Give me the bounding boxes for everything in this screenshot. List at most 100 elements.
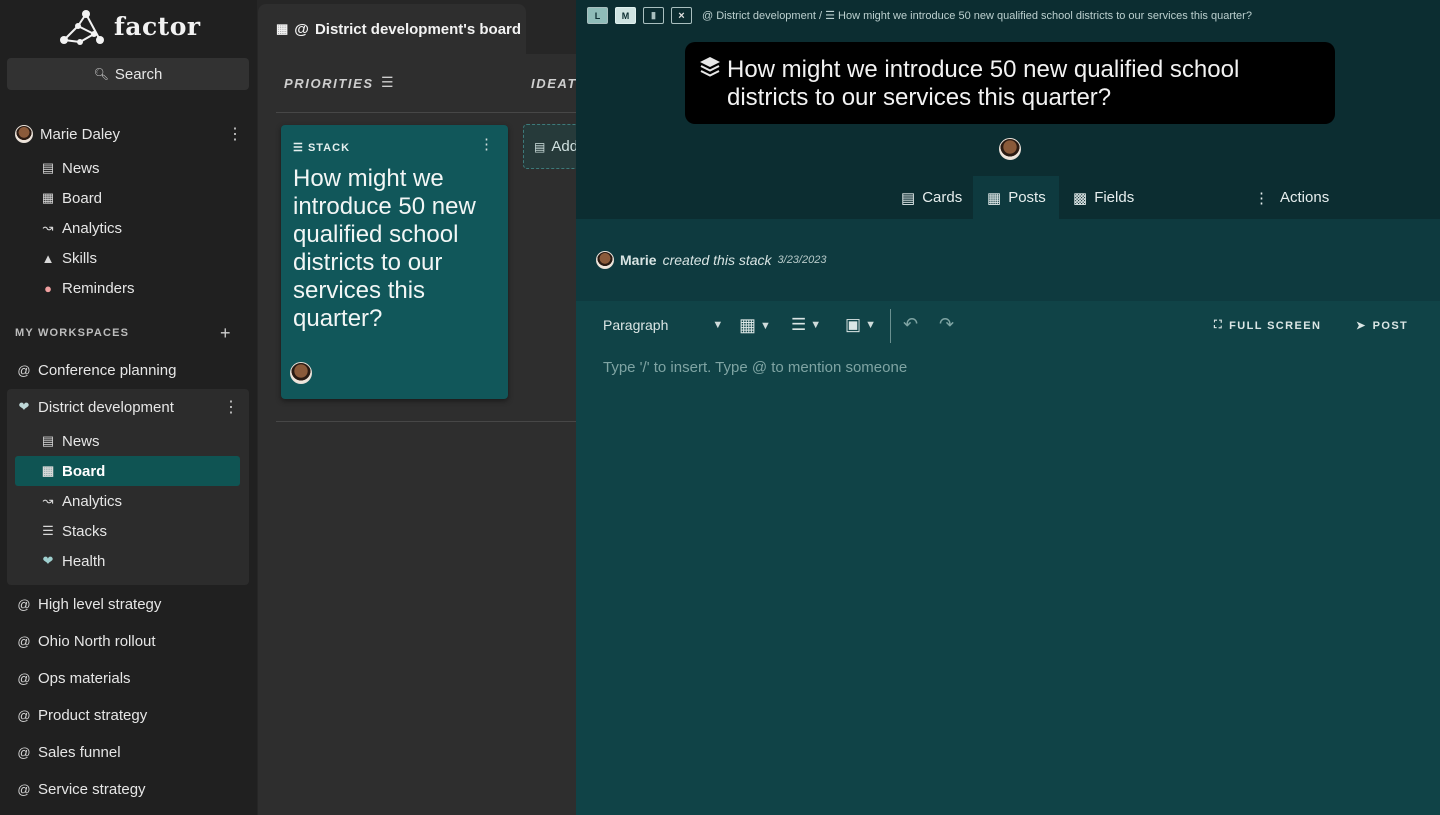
panel-size-large-button[interactable]: L xyxy=(587,7,608,24)
column-divider xyxy=(276,112,576,113)
stack-title: How might we introduce 50 new qualified … xyxy=(727,56,1240,111)
sidebar-item-label: Health xyxy=(62,552,106,570)
activity-date: 3/23/2023 xyxy=(777,254,827,266)
stacks-icon: ☰ xyxy=(42,523,54,538)
tab-label: Posts xyxy=(1008,189,1046,206)
search-icon: 🔍︎ xyxy=(93,67,109,81)
toolbar-divider xyxy=(890,309,891,343)
breadcrumb-workspace[interactable]: District development xyxy=(716,10,816,22)
workspace-conference-planning[interactable]: @ Conference planning xyxy=(17,356,176,384)
at-icon: @ xyxy=(294,20,309,38)
chevron-down-icon: ▼ xyxy=(810,319,822,331)
stacks-icon: ☰ xyxy=(825,10,835,22)
avatar[interactable] xyxy=(999,138,1021,160)
block-type-value: Paragraph xyxy=(603,317,669,333)
analytics-icon: ↝ xyxy=(42,220,54,235)
avatar xyxy=(596,251,614,269)
redo-icon[interactable]: ↷ xyxy=(939,314,954,335)
tab-posts[interactable]: ▦ Posts xyxy=(973,176,1059,219)
sidebar-item-label: Stacks xyxy=(62,522,108,540)
sidebar-item-board[interactable]: ▦ Board xyxy=(41,184,102,212)
full-screen-label: FULL SCREEN xyxy=(1229,319,1322,332)
actions-button[interactable]: ⋮ Actions xyxy=(1240,176,1343,219)
search-button[interactable]: 🔍︎ Search xyxy=(7,58,249,90)
posts-icon: ▦ xyxy=(987,189,1002,207)
filter-icon[interactable]: ☰ xyxy=(381,74,394,91)
stacks-icon xyxy=(700,57,720,77)
panel-side-icon[interactable]: ▮ xyxy=(643,7,664,24)
add-card-button[interactable]: ▤ Add xyxy=(523,124,583,169)
at-icon: @ xyxy=(17,633,31,649)
sidebar-item-label: News xyxy=(62,159,100,177)
undo-icon[interactable]: ↶ xyxy=(903,314,918,335)
workspace-menu-kebab-icon[interactable]: ⋮ xyxy=(223,397,239,417)
list-button[interactable]: ☰ ▼ xyxy=(791,315,821,335)
avatar xyxy=(15,125,33,143)
stack-title-box[interactable]: How might we introduce 50 new qualified … xyxy=(685,42,1335,124)
stacks-icon: ☰ xyxy=(293,142,304,154)
insert-table-button[interactable]: ▦ ▼ xyxy=(739,315,771,336)
sidebar-item-label: News xyxy=(62,432,100,450)
app-name: factor xyxy=(114,11,201,41)
tab-fields[interactable]: ▩ Fields xyxy=(1059,176,1148,219)
workspace-service-strategy[interactable]: @ Service strategy xyxy=(17,775,145,803)
activity-feed: Marie created this stack 3/23/2023 xyxy=(576,219,1440,301)
fields-icon: ▩ xyxy=(1073,189,1088,207)
tab-cards[interactable]: ▤ Cards xyxy=(887,176,976,219)
add-card-icon: ▤ xyxy=(534,139,546,154)
skills-icon: ▲ xyxy=(41,250,55,266)
column-header-ideation[interactable]: IDEATI xyxy=(531,76,576,91)
workspace-sales-funnel[interactable]: @ Sales funnel xyxy=(17,738,121,766)
stack-detail-panel: L M ▮ × @ District development / ☰ How m… xyxy=(576,0,1440,815)
activity-item: Marie created this stack 3/23/2023 xyxy=(596,251,826,269)
editor-placeholder[interactable]: Type '/' to insert. Type @ to mention so… xyxy=(603,359,907,376)
breadcrumb-separator: / xyxy=(818,10,823,22)
sidebar-item-board[interactable]: ▦ Board xyxy=(41,457,106,485)
panel-size-medium-button[interactable]: M xyxy=(615,7,636,24)
workspace-ohio-north-rollout[interactable]: @ Ohio North rollout xyxy=(17,627,155,655)
workspace-district-development[interactable]: ❤ District development xyxy=(17,393,174,421)
workspace-ops-materials[interactable]: @ Ops materials xyxy=(17,664,130,692)
sidebar-item-reminders[interactable]: ● Reminders xyxy=(41,274,134,302)
chevron-down-icon: ▼ xyxy=(760,319,771,332)
sidebar-item-skills[interactable]: ▲ Skills xyxy=(41,244,97,272)
board-icon: ▦ xyxy=(41,463,55,478)
expand-icon: ⛶ xyxy=(1214,319,1224,331)
full-screen-button[interactable]: ⛶ FULL SCREEN xyxy=(1214,319,1321,332)
insert-image-button[interactable]: ▣ ▼ xyxy=(845,315,876,335)
sidebar-item-analytics[interactable]: ↝ Analytics xyxy=(41,214,122,242)
board-icon: ▦ xyxy=(41,190,55,205)
close-icon[interactable]: × xyxy=(671,7,692,24)
add-workspace-plus-icon[interactable]: + xyxy=(220,323,231,344)
sidebar-item-health[interactable]: ❤ Health xyxy=(41,547,106,575)
workspace-label: District development xyxy=(38,398,174,416)
tab-label: Fields xyxy=(1094,189,1135,206)
user-profile[interactable]: Marie Daley xyxy=(15,120,120,148)
sidebar-item-news[interactable]: ▤ News xyxy=(41,154,100,182)
activity-user[interactable]: Marie xyxy=(620,252,657,268)
board-tab[interactable]: ▦ @ District development's board xyxy=(258,4,526,54)
workspace-high-level-strategy[interactable]: @ High level strategy xyxy=(17,590,161,618)
at-icon: @ xyxy=(17,744,31,760)
sidebar-item-stacks[interactable]: ☰ Stacks xyxy=(41,517,107,545)
sidebar-item-news[interactable]: ▤ News xyxy=(41,427,100,455)
app-logo[interactable]: factor xyxy=(56,6,201,46)
sidebar-item-label: Board xyxy=(62,462,106,480)
avatar[interactable] xyxy=(290,362,312,384)
sidebar-item-analytics[interactable]: ↝ Analytics xyxy=(41,487,122,515)
factor-logo-icon xyxy=(60,10,104,45)
card-menu-kebab-icon[interactable]: ⋮ xyxy=(479,135,494,153)
health-icon: ❤ xyxy=(42,553,54,568)
workspace-label: Sales funnel xyxy=(38,743,121,761)
column-header-priorities[interactable]: PRIORITIES xyxy=(284,76,374,91)
post-editor[interactable]: Paragraph ▼ ▦ ▼ ☰ ▼ ▣ ▼ ↶ ↷ ⛶ FULL SCREE… xyxy=(576,301,1440,815)
post-button[interactable]: ➤ POST xyxy=(1356,319,1408,333)
workspaces-heading: MY WORKSPACES xyxy=(15,327,130,339)
breadcrumb-stack[interactable]: How might we introduce 50 new qualified … xyxy=(838,10,1252,22)
user-menu-kebab-icon[interactable]: ⋮ xyxy=(227,124,243,144)
stack-card[interactable]: ☰ STACK ⋮ How might we introduce 50 new … xyxy=(281,125,508,399)
block-type-select[interactable]: Paragraph ▼ xyxy=(603,317,723,333)
at-icon: @ xyxy=(17,362,31,378)
workspace-product-strategy[interactable]: @ Product strategy xyxy=(17,701,147,729)
sidebar-item-label: Analytics xyxy=(62,219,123,237)
